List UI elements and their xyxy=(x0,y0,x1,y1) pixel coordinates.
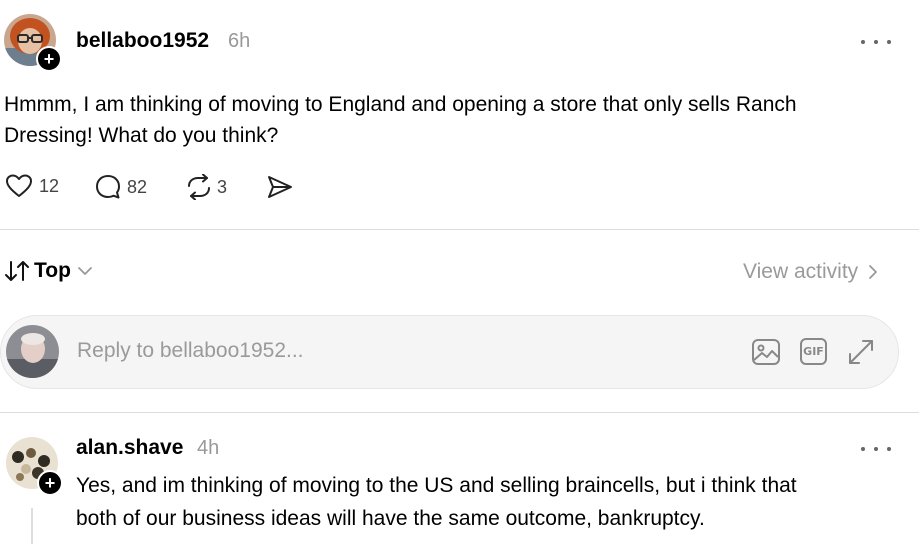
thread-line xyxy=(31,508,33,544)
send-icon xyxy=(268,176,292,198)
current-user-avatar xyxy=(6,325,59,378)
comment-timestamp: 4h xyxy=(197,437,220,459)
view-activity-label: View activity xyxy=(743,260,859,283)
follow-plus-icon[interactable]: + xyxy=(36,46,62,72)
post-text-line-1: Hmmm, I am thinking of moving to England… xyxy=(4,93,797,116)
reply-input[interactable]: Reply to bellaboo1952... xyxy=(77,339,304,363)
user-avatar-icon xyxy=(6,325,59,378)
post-timestamp: 6h xyxy=(228,30,251,52)
repost-icon xyxy=(188,174,210,200)
comment-username[interactable]: alan.shave xyxy=(76,436,183,460)
attach-image-button[interactable] xyxy=(751,338,781,371)
post-text-line-2: Dressing! What do you think? xyxy=(4,124,279,147)
comment-text-line-1: Yes, and im thinking of moving to the US… xyxy=(76,474,797,497)
view-activity-link[interactable]: View activity xyxy=(743,260,880,284)
post-more-options-icon[interactable] xyxy=(861,32,891,52)
expand-icon xyxy=(849,340,873,364)
heart-icon xyxy=(6,174,32,197)
like-button[interactable]: 12 xyxy=(6,174,59,198)
sort-arrows-icon xyxy=(5,261,29,281)
sort-label: Top xyxy=(34,259,71,282)
image-icon xyxy=(752,339,780,365)
expand-composer-button[interactable] xyxy=(847,338,875,371)
divider xyxy=(0,412,919,413)
comment-count: 82 xyxy=(127,176,148,197)
sort-dropdown[interactable]: Top xyxy=(4,259,93,283)
comment-bubble-icon xyxy=(96,175,120,199)
repost-button[interactable]: 3 xyxy=(185,174,227,200)
follow-plus-icon[interactable]: + xyxy=(37,470,63,496)
attach-gif-button[interactable]: GIF xyxy=(800,338,827,365)
chevron-right-icon xyxy=(869,265,878,279)
gif-label: GIF xyxy=(803,345,824,358)
comment-button[interactable]: 82 xyxy=(95,174,147,200)
comment-more-options-icon[interactable] xyxy=(861,439,891,459)
like-count: 12 xyxy=(39,175,60,196)
share-button[interactable] xyxy=(266,174,294,205)
chevron-down-icon xyxy=(78,267,92,275)
post-username[interactable]: bellaboo1952 xyxy=(76,29,209,53)
divider xyxy=(0,229,919,230)
comment-text-line-2: both of our business ideas will have the… xyxy=(76,507,705,530)
repost-count: 3 xyxy=(217,176,228,197)
